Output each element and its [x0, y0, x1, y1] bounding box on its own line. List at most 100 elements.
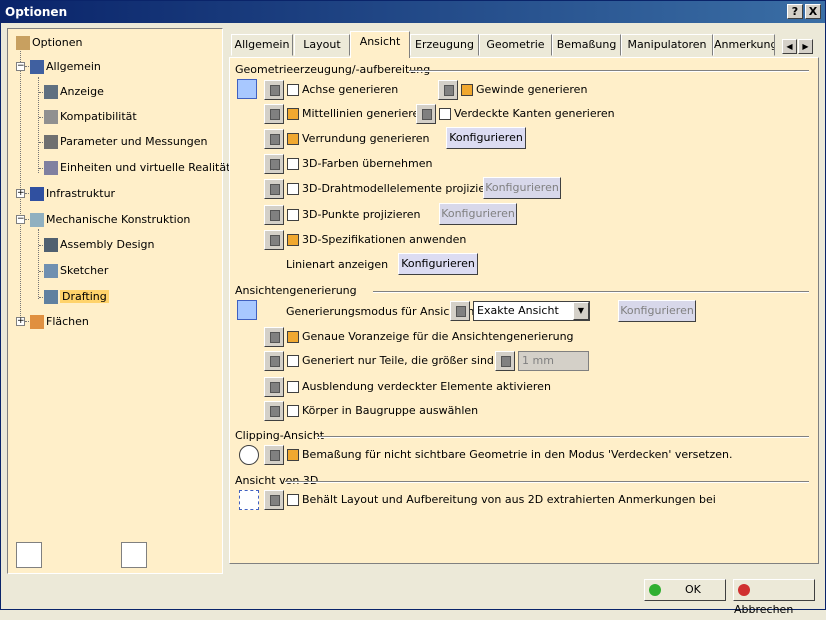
vorschau-checkbox[interactable] — [287, 331, 299, 343]
tab-geometrie[interactable]: Geometrie — [479, 34, 552, 56]
koerper-checkbox[interactable] — [287, 405, 299, 417]
allgemein-icon — [30, 60, 44, 74]
lock-clipping[interactable] — [264, 445, 284, 465]
modus-konfigurieren-button[interactable]: Konfigurieren — [618, 300, 696, 322]
tree-item-einheiten[interactable]: Einheiten und virtuelle Realität — [44, 158, 230, 178]
tree-item-drafting[interactable]: Drafting — [44, 287, 109, 307]
tab-scroll-left[interactable]: ◀ — [782, 39, 797, 54]
expand-mechanische[interactable]: − — [16, 215, 25, 224]
tree-item-sketcher[interactable]: Sketcher — [44, 261, 108, 281]
geom-info-icon — [237, 79, 257, 99]
cancel-button[interactable]: Abbrechen — [733, 579, 815, 616]
tree-item-assembly-design[interactable]: Assembly Design — [44, 235, 155, 255]
punkte-konfigurieren-button[interactable]: Konfigurieren — [439, 203, 517, 225]
modus-select[interactable]: Exakte Ansicht ▼ — [473, 301, 590, 321]
parameter-tree-icon[interactable] — [121, 542, 147, 568]
lock-draht[interactable] — [264, 179, 284, 199]
mittellinien-label: Mittellinien generieren — [302, 107, 427, 120]
tree-item-kompatibilitaet[interactable]: Kompatibilität — [44, 107, 137, 127]
tree-item-allgemein[interactable]: Allgemein — [30, 57, 101, 77]
lock-gewinde[interactable] — [438, 80, 458, 100]
lock-verrundung[interactable] — [264, 129, 284, 149]
chevron-down-icon[interactable]: ▼ — [573, 302, 589, 320]
tab-scroll-right[interactable]: ▶ — [798, 39, 813, 54]
von3d-icon — [239, 490, 259, 510]
lock-settings-icon[interactable] — [16, 542, 42, 568]
options-tree: Optionen − Allgemein Anzeige Kompatibili… — [7, 28, 230, 574]
clipping-checkbox[interactable] — [287, 449, 299, 461]
ansicht-section-title: Ansichtengenerierung — [235, 284, 357, 297]
verdeckte-label: Verdeckte Kanten generieren — [454, 107, 615, 120]
spezifikationen-checkbox[interactable] — [287, 234, 299, 246]
ok-icon — [649, 584, 661, 596]
expand-infrastruktur[interactable]: + — [16, 189, 25, 198]
linienart-label: Linienart anzeigen — [286, 258, 389, 271]
vorschau-label: Genaue Voranzeige für die Ansichtengener… — [302, 330, 574, 343]
punkte-checkbox[interactable] — [287, 209, 299, 221]
tab-erzeugung[interactable]: Erzeugung — [410, 34, 479, 56]
lock-punkte[interactable] — [264, 205, 284, 225]
mechanische-icon — [30, 213, 44, 227]
parameter-icon — [44, 135, 58, 149]
tree-item-infrastruktur[interactable]: Infrastruktur — [30, 184, 115, 204]
tree-item-parameter[interactable]: Parameter und Messungen — [44, 132, 208, 152]
modus-label: Generierungsmodus für Ansichten — [286, 305, 475, 318]
title-bar: Optionen ? X — [1, 1, 825, 23]
tab-allgemein[interactable]: Allgemein — [231, 34, 293, 56]
close-button[interactable]: X — [805, 4, 821, 19]
ausblendung-checkbox[interactable] — [287, 381, 299, 393]
clipping-section-title: Clipping-Ansicht — [235, 429, 325, 442]
lock-von3d[interactable] — [264, 490, 284, 510]
lock-spezifikationen[interactable] — [264, 230, 284, 250]
spezifikationen-label: 3D-Spezifikationen anwenden — [302, 233, 467, 246]
tree-item-flaechen[interactable]: Flächen — [30, 312, 89, 332]
lock-verdeckte[interactable] — [416, 104, 436, 124]
infrastruktur-icon — [30, 187, 44, 201]
lock-mittellinien[interactable] — [264, 104, 284, 124]
expand-flaechen[interactable]: + — [16, 317, 25, 326]
anzeige-icon — [44, 85, 58, 99]
lock-modus[interactable] — [450, 301, 470, 321]
von3d-checkbox[interactable] — [287, 494, 299, 506]
tab-anmerkung[interactable]: Anmerkung — [713, 34, 775, 56]
drafting-icon — [44, 290, 58, 304]
window-title: Optionen — [5, 5, 68, 19]
ok-button[interactable]: OK — [644, 579, 726, 601]
lock-vorschau[interactable] — [264, 327, 284, 347]
tab-ansicht[interactable]: Ansicht — [350, 31, 410, 58]
tab-layout[interactable]: Layout — [294, 34, 350, 56]
mm-spinner[interactable]: 1 mm — [518, 351, 589, 371]
clipping-icon — [239, 445, 259, 465]
draht-checkbox[interactable] — [287, 183, 299, 195]
lock-nur-teile[interactable] — [264, 351, 284, 371]
mittellinien-checkbox[interactable] — [287, 108, 299, 120]
tree-item-optionen[interactable]: Optionen — [16, 33, 82, 53]
tree-item-mechanische-konstruktion[interactable]: Mechanische Konstruktion — [30, 210, 190, 230]
tree-root-icon — [16, 36, 30, 50]
verrundung-checkbox[interactable] — [287, 133, 299, 145]
expand-allgemein[interactable]: − — [16, 62, 25, 71]
lock-farben[interactable] — [264, 154, 284, 174]
achse-checkbox[interactable] — [287, 84, 299, 96]
koerper-label: Körper in Baugruppe auswählen — [302, 404, 479, 417]
lock-ausblendung[interactable] — [264, 377, 284, 397]
verrundung-label: Verrundung generieren — [302, 132, 430, 145]
lock-koerper[interactable] — [264, 401, 284, 421]
farben-checkbox[interactable] — [287, 158, 299, 170]
linienart-konfigurieren-button[interactable]: Konfigurieren — [398, 253, 478, 275]
lock-mm[interactable] — [495, 351, 515, 371]
verrundung-konfigurieren-button[interactable]: Konfigurieren — [446, 127, 526, 149]
help-button[interactable]: ? — [787, 4, 803, 19]
tab-bemassung[interactable]: Bemaßung — [552, 34, 621, 56]
verdeckte-checkbox[interactable] — [439, 108, 451, 120]
nur-teile-checkbox[interactable] — [287, 355, 299, 367]
tab-manipulatoren[interactable]: Manipulatoren — [621, 34, 713, 56]
gewinde-checkbox[interactable] — [461, 84, 473, 96]
von3d-label: Behält Layout und Aufbereitung von aus 2… — [302, 493, 716, 506]
tree-item-anzeige[interactable]: Anzeige — [44, 82, 104, 102]
draht-konfigurieren-button[interactable]: Konfigurieren — [483, 177, 561, 199]
gewinde-label: Gewinde generieren — [476, 83, 588, 96]
cancel-icon — [738, 584, 750, 596]
lock-achse[interactable] — [264, 80, 284, 100]
clipping-label: Bemaßung für nicht sichtbare Geometrie i… — [302, 448, 733, 461]
